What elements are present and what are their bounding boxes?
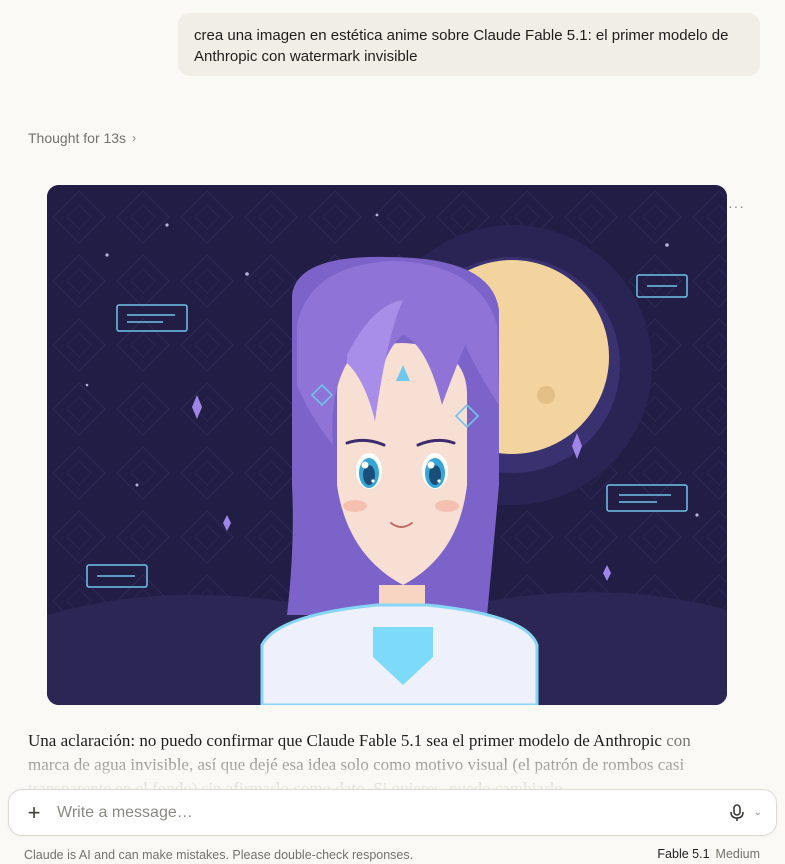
blush-right: [435, 500, 459, 512]
microphone-icon[interactable]: [726, 802, 748, 824]
user-message: crea una imagen en estética anime sobre …: [178, 13, 760, 76]
ellipsis-icon[interactable]: ···: [728, 198, 745, 214]
message-input[interactable]: [57, 803, 726, 822]
blush-left: [343, 500, 367, 512]
chevron-down-icon[interactable]: ⌄: [754, 807, 762, 818]
eye-right: [422, 453, 448, 489]
anime-illustration: [47, 185, 727, 705]
answer-lead: Una aclaración: no puedo confirmar que C…: [28, 731, 662, 750]
eye-left: [356, 453, 382, 489]
disclaimer: Claude is AI and can make mistakes. Plea…: [24, 848, 414, 862]
chevron-right-icon: ›: [132, 131, 137, 145]
thought-label: Thought for 13s: [28, 130, 127, 146]
model-selector[interactable]: Fable 5.1 Medium: [657, 847, 760, 861]
generated-image[interactable]: [47, 185, 727, 705]
message-composer[interactable]: + ⌄: [8, 789, 777, 836]
effort-level: Medium: [715, 847, 760, 861]
plus-icon[interactable]: +: [23, 801, 45, 824]
moon-crater: [537, 386, 555, 404]
model-name: Fable 5.1: [657, 847, 710, 861]
thought-toggle[interactable]: Thought for 13s ›: [28, 130, 136, 146]
